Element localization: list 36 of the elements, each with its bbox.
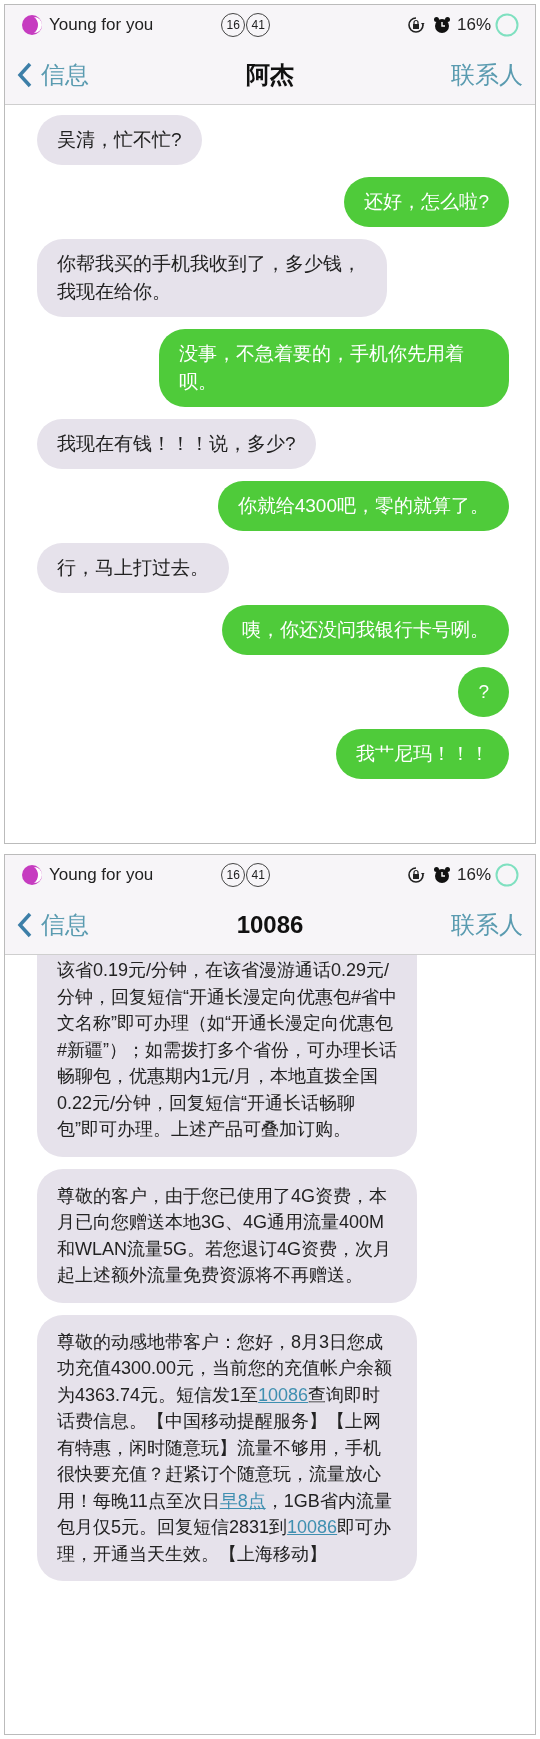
- battery-ring-icon: [495, 863, 519, 887]
- received-message: 你帮我买的手机我收到了，多少钱，我现在给你。: [37, 239, 387, 317]
- sent-message: 没事，不急着要的，手机你先用着呗。: [159, 329, 509, 407]
- received-message: 该省0.19元/分钟，在该省漫游通话0.29元/分钟，回复短信“开通长漫定向优惠包#省中文名称”即可办理（如“开通长漫定向优惠包#新疆”）；如需拨打多个省份，可办理长话畅聊包，优惠期内1元/月，本地直拨全国0.22元/分钟，回复短信“开通长话畅聊包”即可办理。上述产品可叠加订购。: [37, 955, 417, 1157]
- received-message: 尊敬的客户，由于您已使用了4G资费，本月已向您赠送本地3G、4G通用流量400M和WLAN流量5G。若您退订4G资费，次月起上述额外流量免费资源将不再赠送。: [37, 1168, 417, 1303]
- sent-message: 你就给4300吧，零的就算了。: [217, 481, 509, 531]
- sent-message: 咦，你还没问我银行卡号咧。: [222, 605, 509, 655]
- contact-button[interactable]: 联系人: [403, 56, 523, 93]
- sent-message: 我艹尼玛！！！: [336, 729, 509, 779]
- sent-message: ?: [458, 667, 509, 717]
- battery-ring-icon: [495, 13, 519, 37]
- back-button[interactable]: 信息: [17, 906, 137, 943]
- inline-link[interactable]: 10086: [258, 1384, 309, 1405]
- conversation-title: 10086: [235, 909, 305, 940]
- rotation-lock-icon: [406, 866, 425, 884]
- received-message: 尊敬的动感地带客户：您好，8月3日您成功充值4300.00元，当前您的充值帐户余额为4363.74元。短信发1至10086查询即时话费信息。【中国移动提醒服务】【上网有特惠，闲时随意玩】流量不够用，手机很快要充值？赶紧订个随意玩，流量放心用！每晚11点至次日早8点，1GB省内流量包月仅5元。回复短信2831到10086即可办理，开通当天生效。【上海移动】: [37, 1314, 417, 1581]
- received-message: 吴清，忙不忙?: [37, 115, 202, 165]
- moon-icon: [21, 864, 43, 886]
- back-chevron-icon: [17, 60, 33, 89]
- battery-percent: 16%: [456, 14, 491, 37]
- back-chevron-icon: [17, 910, 33, 939]
- contact-button[interactable]: 联系人: [403, 906, 523, 943]
- battery-percent: 16%: [456, 864, 491, 887]
- received-message: 行，马上打过去。: [37, 543, 229, 593]
- inline-link[interactable]: 10086: [287, 1517, 338, 1537]
- moon-icon: [21, 14, 43, 36]
- carrier-name: Young for you: [49, 864, 154, 887]
- received-message: 我现在有钱！！！说，多少?: [37, 419, 316, 469]
- inline-link[interactable]: 早8点: [219, 1490, 266, 1511]
- back-button[interactable]: 信息: [17, 56, 137, 93]
- rotation-lock-icon: [406, 16, 425, 34]
- conversation-title: 阿杰: [245, 59, 295, 90]
- sent-message: 还好，怎么啦?: [344, 177, 509, 227]
- alarm-icon: [432, 16, 451, 34]
- alarm-icon: [432, 866, 451, 884]
- carrier-name: Young for you: [49, 14, 154, 37]
